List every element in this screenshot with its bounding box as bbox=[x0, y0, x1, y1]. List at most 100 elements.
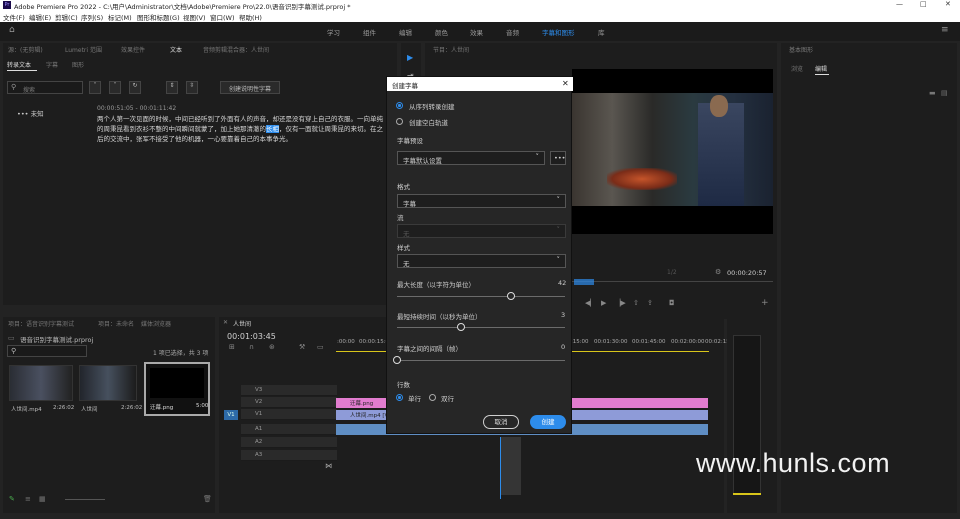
maximize-icon[interactable]: □ bbox=[920, 0, 927, 8]
tab-source[interactable]: 源：(无剪辑) bbox=[8, 45, 43, 54]
camera-icon[interactable]: ◘ bbox=[669, 299, 675, 307]
tab-audio-clip-mixer[interactable]: 音频剪辑混合器：人世间 bbox=[203, 45, 269, 54]
linked-selection-icon[interactable]: ⊛ bbox=[269, 343, 275, 351]
workspace-learn[interactable]: 学习 bbox=[327, 27, 340, 37]
tab-media-browser[interactable]: 媒体浏览器 bbox=[141, 319, 171, 328]
workspace-editing[interactable]: 编辑 bbox=[399, 27, 412, 37]
gap-slider[interactable] bbox=[397, 360, 565, 361]
track-header-a2[interactable]: A2 bbox=[241, 437, 337, 448]
track-header-a3[interactable]: A3 bbox=[241, 450, 337, 461]
tab-browse[interactable]: 浏览 bbox=[791, 64, 803, 73]
tab-captions[interactable]: 字幕 bbox=[46, 60, 58, 69]
tab-transcript[interactable]: 转录文本 bbox=[7, 60, 31, 69]
step-forward-icon[interactable]: ▕▶ bbox=[615, 299, 626, 307]
menu-window[interactable]: 窗口(W) bbox=[210, 12, 235, 22]
menu-graphics[interactable]: 图形和标题(G) bbox=[137, 12, 180, 22]
tab-effect-controls[interactable]: 效果控件 bbox=[121, 45, 145, 54]
menu-clip[interactable]: 剪辑(C) bbox=[55, 12, 78, 22]
cancel-button[interactable]: 取消 bbox=[483, 415, 519, 429]
menu-marker[interactable]: 标记(M) bbox=[108, 12, 132, 22]
extract-icon[interactable]: ⇪ bbox=[647, 299, 653, 307]
previous-result-icon[interactable]: ˄ bbox=[89, 81, 101, 94]
icon-view-icon[interactable]: ▦ bbox=[39, 495, 46, 503]
preset-more-button[interactable]: ••• bbox=[550, 151, 566, 165]
snap-icon[interactable]: ∩ bbox=[249, 343, 254, 351]
minimize-icon[interactable]: — bbox=[896, 0, 903, 8]
dialog-close-icon[interactable]: ✕ bbox=[562, 79, 569, 88]
playhead-line[interactable] bbox=[500, 437, 501, 499]
workspace-audio[interactable]: 音频 bbox=[506, 27, 519, 37]
menu-help[interactable]: 帮助(H) bbox=[239, 12, 262, 22]
min-duration-slider[interactable] bbox=[397, 327, 565, 328]
radio-from-transcript[interactable] bbox=[396, 102, 403, 109]
transcript-highlight[interactable]: 长相 bbox=[266, 125, 279, 133]
source-patch-v1[interactable]: V1 bbox=[224, 410, 238, 420]
radio-blank-track[interactable] bbox=[396, 118, 403, 125]
thumbnail-sequence[interactable] bbox=[79, 365, 137, 401]
preset-dropdown[interactable]: 字幕默认设置 ˅ bbox=[397, 151, 545, 165]
menu-sequence[interactable]: 序列(S) bbox=[81, 12, 103, 22]
create-button[interactable]: 创建 bbox=[530, 415, 566, 429]
fit-dropdown[interactable]: 1/2 bbox=[667, 269, 677, 276]
menu-file[interactable]: 文件(F) bbox=[3, 12, 25, 22]
trash-icon[interactable]: 🗑 bbox=[203, 495, 212, 503]
folder-icon[interactable]: ▬ bbox=[929, 89, 936, 97]
settings-wrench-icon[interactable]: ⚒ bbox=[299, 343, 305, 351]
tab-graphics[interactable]: 图形 bbox=[72, 60, 84, 69]
zoom-slider[interactable] bbox=[65, 499, 105, 500]
scrub-handle-icon[interactable]: ⋈ bbox=[325, 462, 332, 470]
min-duration-knob[interactable] bbox=[456, 323, 465, 331]
workspace-libraries[interactable]: 库 bbox=[598, 27, 605, 37]
new-layer-icon[interactable]: ▤ bbox=[941, 89, 948, 97]
workspace-captions-graphics[interactable]: 字幕和图形 bbox=[542, 27, 575, 37]
workspace-assembly[interactable]: 组件 bbox=[363, 27, 376, 37]
tab-project-untitled[interactable]: 项目：未命名 bbox=[98, 319, 134, 328]
tab-edit[interactable]: 编辑 bbox=[815, 64, 827, 73]
list-view-icon[interactable]: ≡ bbox=[25, 495, 31, 503]
pencil-icon[interactable]: ✎ bbox=[9, 495, 15, 503]
track-header-v3[interactable]: V3 bbox=[241, 385, 337, 396]
max-length-slider[interactable] bbox=[397, 296, 565, 297]
tab-lumetri-scopes[interactable]: Lumetri 范围 bbox=[65, 45, 102, 54]
track-header-v1[interactable]: V1 bbox=[241, 409, 337, 420]
play-icon[interactable]: ▶ bbox=[601, 299, 606, 307]
radio-single-line[interactable] bbox=[396, 394, 403, 401]
close-icon[interactable]: ✕ bbox=[945, 0, 951, 8]
thumbnail-png-selected[interactable]: 迁幕.png 5:00 bbox=[144, 362, 210, 416]
style-dropdown[interactable]: 无 ˅ bbox=[397, 254, 566, 268]
sequence-tab[interactable]: 人世间 bbox=[233, 319, 251, 328]
playhead-bar[interactable] bbox=[572, 281, 773, 282]
tab-text[interactable]: 文本 bbox=[170, 45, 182, 54]
workspace-effects[interactable]: 效果 bbox=[470, 27, 483, 37]
speaker-label[interactable]: ••• 未知 bbox=[17, 108, 44, 118]
gap-knob[interactable] bbox=[393, 356, 401, 364]
nest-icon[interactable]: ⊞ bbox=[229, 343, 235, 351]
workspace-menu-icon[interactable]: ≡ bbox=[941, 25, 949, 35]
menu-edit[interactable]: 编辑(E) bbox=[29, 12, 51, 22]
playhead-indicator[interactable] bbox=[574, 279, 594, 285]
max-length-knob[interactable] bbox=[507, 292, 516, 300]
lift-icon[interactable]: ⇧ bbox=[633, 299, 639, 307]
project-search-input[interactable]: ⚲ bbox=[7, 345, 87, 357]
wrench-icon[interactable]: ⚙ bbox=[715, 268, 721, 276]
selection-tool-icon[interactable]: ▶ bbox=[407, 53, 413, 62]
collapse-icon[interactable]: ⇳ bbox=[186, 81, 198, 94]
refresh-icon[interactable]: ↻ bbox=[129, 81, 141, 94]
transcript-text[interactable]: 两个人第一次见面的时候，中间已经听到了外面有人的声音，却还是没有穿上自己的衣服。… bbox=[97, 114, 389, 144]
workspace-color[interactable]: 颜色 bbox=[435, 27, 448, 37]
close-sequence-icon[interactable]: ✕ bbox=[223, 319, 228, 326]
radio-double-line[interactable] bbox=[429, 394, 436, 401]
next-result-icon[interactable]: ˅ bbox=[109, 81, 121, 94]
track-header-a1[interactable]: A1 bbox=[241, 424, 337, 435]
expand-icon[interactable]: ⇕ bbox=[166, 81, 178, 94]
thumbnail-clip-mp4[interactable] bbox=[9, 365, 73, 401]
tab-project-main[interactable]: 项目：语音识别字幕测试 bbox=[8, 319, 74, 328]
menu-view[interactable]: 视图(V) bbox=[183, 12, 206, 22]
captions-toggle-icon[interactable]: ▭ bbox=[317, 343, 324, 351]
home-icon[interactable]: ⌂ bbox=[9, 25, 15, 35]
step-back-icon[interactable]: ◀▏ bbox=[585, 299, 596, 307]
format-dropdown[interactable]: 字幕 ˅ bbox=[397, 194, 566, 208]
track-header-v2[interactable]: V2 bbox=[241, 397, 337, 408]
add-button-icon[interactable]: + bbox=[761, 298, 769, 308]
create-captions-button[interactable]: 创建说明性字幕 bbox=[220, 81, 280, 94]
